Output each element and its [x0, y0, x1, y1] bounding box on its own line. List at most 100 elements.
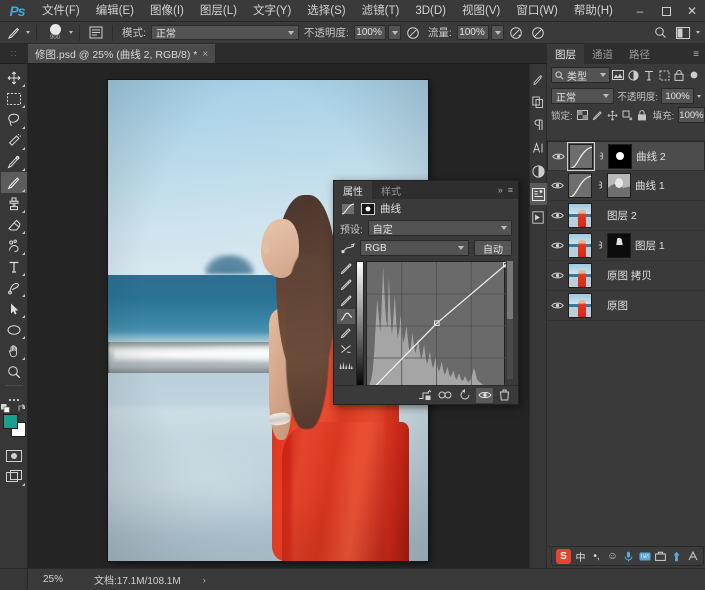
layer-thumbnail[interactable] — [568, 263, 592, 288]
menu-select[interactable]: 选择(S) — [299, 0, 353, 22]
layer-visibility-toggle[interactable] — [551, 241, 564, 250]
gray-point-eyedropper-icon[interactable] — [337, 277, 355, 292]
close-icon[interactable]: × — [202, 49, 208, 60]
view-previous-state-icon[interactable] — [436, 388, 453, 403]
brush-preset-caret-icon[interactable] — [26, 31, 30, 34]
marquee-tool[interactable] — [1, 88, 27, 109]
shape-filter-icon[interactable] — [657, 68, 670, 83]
layers-panel[interactable]: 图层 通道 路径 ≡ 类型 正常 不透明度: 100% 锁定: 填充: 100%… — [547, 44, 705, 568]
clone-source-icon[interactable] — [530, 91, 547, 113]
menu-3d[interactable]: 3D(D) — [407, 0, 454, 22]
type-tool[interactable] — [1, 256, 27, 277]
menu-file[interactable]: 文件(F) — [34, 0, 88, 22]
flow-slider-toggle[interactable] — [490, 25, 504, 40]
layer-visibility-toggle[interactable] — [551, 211, 564, 220]
brush-tool[interactable] — [0, 172, 27, 193]
tab-drag-handle[interactable]: :: — [0, 43, 28, 63]
zoom-tool[interactable] — [1, 361, 27, 382]
reset-icon[interactable] — [456, 388, 473, 403]
fill-input[interactable]: 100% — [678, 107, 705, 123]
filter-toggle-icon[interactable] — [688, 68, 701, 83]
path-select-tool[interactable] — [1, 298, 27, 319]
layer-thumbnail[interactable] — [568, 293, 592, 318]
brush-panel-caret-icon[interactable] — [69, 31, 73, 34]
hand-tool[interactable] — [1, 340, 27, 361]
table-row[interactable]: 原图 — [547, 291, 705, 321]
opacity-input[interactable]: 100% — [661, 88, 694, 104]
smart-object-filter-icon[interactable] — [673, 68, 686, 83]
collapse-icon[interactable]: » — [498, 185, 503, 195]
close-button[interactable]: ✕ — [679, 0, 705, 22]
delete-icon[interactable] — [496, 388, 513, 403]
document-tab[interactable]: 修图.psd @ 25% (曲线 2, RGB/8) * × — [28, 44, 217, 63]
pressure-opacity-icon[interactable] — [403, 24, 423, 42]
channel-select[interactable]: RGB — [360, 240, 469, 256]
airbrush-icon[interactable] — [506, 24, 526, 42]
menu-image[interactable]: 图像(I) — [142, 0, 192, 22]
tab-paths[interactable]: 路径 — [621, 44, 658, 64]
opacity-input[interactable]: 100% — [353, 25, 386, 40]
on-image-adjust-icon[interactable] — [340, 242, 355, 255]
flow-input[interactable]: 100% — [456, 25, 489, 40]
pixel-filter-icon[interactable] — [612, 68, 625, 83]
layer-visibility-toggle[interactable] — [551, 181, 564, 190]
eraser-tool[interactable] — [1, 214, 27, 235]
preset-select[interactable]: 自定 — [367, 220, 512, 236]
layer-link-icon[interactable] — [597, 151, 604, 162]
opacity-slider-toggle[interactable] — [387, 25, 401, 40]
shape-tool[interactable] — [1, 319, 27, 340]
layer-name[interactable]: 图层 2 — [607, 208, 637, 223]
layer-mask-thumbnail[interactable] — [607, 173, 631, 198]
layer-mask-thumbnail[interactable] — [608, 143, 632, 169]
tab-properties[interactable]: 属性 — [334, 181, 372, 199]
search-icon[interactable] — [650, 24, 670, 42]
layer-blend-mode-select[interactable]: 正常 — [551, 88, 615, 104]
brush-tool-icon[interactable] — [4, 24, 24, 42]
type-filter-icon[interactable] — [642, 68, 655, 83]
ime-keyboard-icon[interactable] — [638, 552, 651, 561]
gradient-tool[interactable] — [1, 235, 27, 256]
menu-type[interactable]: 文字(Y) — [245, 0, 299, 22]
toggle-visibility-icon[interactable] — [476, 387, 493, 403]
properties-icon[interactable] — [529, 183, 547, 205]
histogram-options-icon[interactable] — [337, 357, 355, 372]
lock-all-icon[interactable] — [637, 109, 647, 121]
table-row[interactable]: 图层 1 — [547, 231, 705, 261]
layer-visibility-toggle[interactable] — [551, 271, 564, 280]
table-row[interactable]: 原图 拷贝 — [547, 261, 705, 291]
layer-visibility-toggle[interactable] — [551, 301, 564, 310]
lasso-tool[interactable] — [1, 109, 27, 130]
minimize-button[interactable]: – — [627, 0, 653, 22]
ime-language-icon[interactable]: 中 — [574, 549, 587, 564]
layer-thumbnail[interactable] — [568, 173, 592, 198]
layer-name[interactable]: 图层 1 — [635, 238, 665, 253]
quick-select-tool[interactable] — [1, 130, 27, 151]
layer-thumbnail[interactable] — [567, 141, 595, 171]
adjustments-icon[interactable] — [530, 160, 547, 182]
brush-size-preview[interactable]: 900 — [43, 24, 67, 41]
quick-mask-button[interactable] — [1, 445, 27, 466]
ime-voice-icon[interactable] — [622, 551, 635, 562]
maximize-button[interactable] — [653, 0, 679, 22]
smoothing-options-icon[interactable] — [528, 24, 548, 42]
menu-edit[interactable]: 编辑(E) — [88, 0, 142, 22]
chevron-down-icon[interactable] — [696, 31, 700, 34]
clip-to-layer-icon[interactable] — [416, 388, 433, 403]
chevron-down-icon[interactable] — [697, 94, 701, 98]
move-tool[interactable] — [1, 67, 27, 88]
tab-channels[interactable]: 通道 — [584, 44, 621, 64]
auto-button[interactable]: 自动 — [474, 240, 512, 256]
pen-tool[interactable] — [1, 277, 27, 298]
black-point-eyedropper-icon[interactable] — [337, 261, 355, 276]
menu-help[interactable]: 帮助(H) — [566, 0, 621, 22]
workspace-switcher-icon[interactable] — [673, 24, 693, 42]
ime-toolbox-icon[interactable] — [654, 551, 667, 561]
brush-settings-panel-icon[interactable] — [86, 24, 106, 42]
tab-layers[interactable]: 图层 — [547, 44, 584, 64]
table-row[interactable]: 图层 2 — [547, 201, 705, 231]
layer-thumbnail[interactable] — [568, 203, 592, 228]
layer-name[interactable]: 曲线 1 — [635, 178, 665, 193]
history-icon[interactable] — [530, 68, 547, 90]
tab-styles[interactable]: 样式 — [372, 181, 410, 199]
actions-icon[interactable] — [530, 206, 547, 228]
